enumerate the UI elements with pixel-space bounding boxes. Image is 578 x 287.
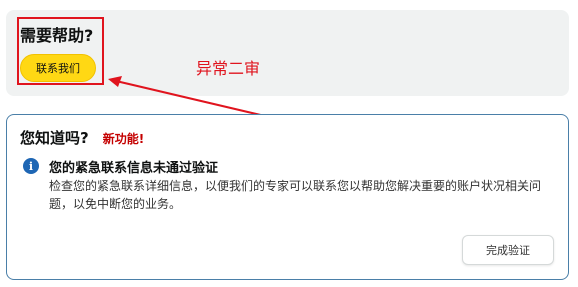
alert-title: 您的紧急联系信息未通过验证 bbox=[49, 161, 219, 176]
card-title: 您知道吗? bbox=[20, 129, 89, 147]
info-icon: i bbox=[23, 158, 39, 174]
complete-verification-button[interactable]: 完成验证 bbox=[462, 235, 554, 265]
alert-description: 检查您的紧急联系详细信息，以便我们的专家可以联系您以帮助您解决重要的账户状况相关… bbox=[49, 179, 542, 211]
card-header: 您知道吗? 新功能! bbox=[20, 127, 144, 148]
did-you-know-card: 您知道吗? 新功能! i 您的紧急联系信息未通过验证 检查您的紧急联系详细信息，… bbox=[6, 114, 569, 280]
new-feature-badge: 新功能! bbox=[102, 132, 145, 146]
